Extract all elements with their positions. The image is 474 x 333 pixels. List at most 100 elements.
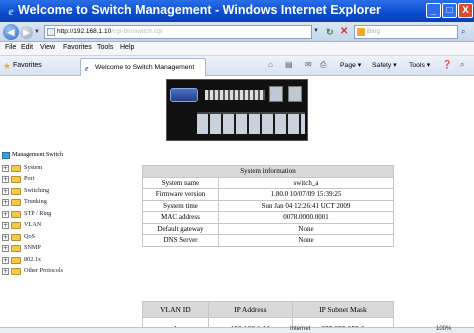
- ethernet-ports-icon: [197, 112, 305, 134]
- menu-tools[interactable]: Tools: [97, 44, 113, 51]
- info-value: 1.80.0 10/07/09 15:39:25: [218, 188, 394, 201]
- forward-button[interactable]: ▶: [20, 26, 33, 39]
- refresh-icon[interactable]: ↻: [326, 27, 334, 38]
- address-dropdown-icon[interactable]: ▼: [313, 28, 319, 34]
- folder-icon: [11, 176, 21, 183]
- sidebar-item-label: Port: [24, 175, 35, 182]
- table-row: MAC address 0078.0000.0001: [142, 211, 394, 224]
- folder-icon: [11, 256, 21, 264]
- sidebar-item-qos[interactable]: + QoS: [0, 232, 130, 244]
- sidebar-item-port[interactable]: + Port: [0, 174, 130, 186]
- history-dropdown-icon[interactable]: ▼: [34, 29, 40, 35]
- table-row: System time Sun Jan 04 12:26:41 UCT 2009: [142, 199, 394, 212]
- info-key: Default gateway: [142, 222, 219, 235]
- feeds-icon[interactable]: ▤: [285, 60, 293, 69]
- favorites-button[interactable]: Favorites: [13, 62, 42, 69]
- stop-icon[interactable]: ✕: [340, 26, 348, 37]
- info-value: None: [218, 222, 394, 235]
- folder-icon: [11, 187, 21, 195]
- safety-menu[interactable]: Safety ▾: [372, 61, 397, 69]
- home-icon[interactable]: ⌂: [268, 60, 273, 69]
- tab-switch-management[interactable]: e Welcome to Switch Management: [80, 58, 206, 76]
- sidebar-item-label: STP / Ring: [24, 209, 52, 217]
- ie-logo-icon: e: [8, 4, 14, 18]
- maximize-button[interactable]: □: [442, 3, 457, 18]
- expand-icon[interactable]: +: [2, 187, 9, 195]
- sidebar-tree: Management Switch + System + Port + Swit…: [0, 151, 130, 278]
- url-host: http://192.168.1.10: [57, 28, 112, 35]
- sidebar-item-802-1x[interactable]: + 802.1x: [0, 255, 130, 267]
- page-icon: [47, 28, 55, 36]
- info-key: MAC address: [142, 211, 219, 224]
- table-row: Default gateway None: [142, 222, 394, 235]
- led-row-icon: [205, 90, 265, 100]
- sidebar-item-system[interactable]: + System: [0, 163, 130, 175]
- print-icon[interactable]: ⎙: [320, 60, 326, 70]
- table-row: DNS Server None: [142, 234, 394, 247]
- sidebar-root[interactable]: Management Switch: [0, 151, 130, 163]
- sidebar-item-label: 802.1x: [24, 255, 42, 263]
- info-value: None: [218, 234, 394, 247]
- sidebar-item-snmp[interactable]: + SNMP: [0, 243, 130, 255]
- folder-icon: [11, 222, 21, 229]
- menu-edit[interactable]: Edit: [21, 44, 33, 51]
- help-icon[interactable]: ❓: [442, 60, 452, 69]
- mail-icon[interactable]: ✉: [305, 60, 312, 69]
- sfp-port-icon: [288, 86, 302, 102]
- table-row: System name switch_a: [142, 176, 394, 189]
- expand-icon[interactable]: +: [2, 199, 9, 206]
- menu-help[interactable]: Help: [120, 44, 134, 51]
- expand-icon[interactable]: +: [2, 233, 9, 241]
- address-toolbar: ◀ ▶ ▼ http://192.168.1.10/cgi-bin/switch…: [0, 22, 474, 42]
- expand-icon[interactable]: +: [2, 245, 9, 252]
- favorites-star-icon[interactable]: ★: [3, 61, 11, 72]
- system-information-table: System information System name switch_a …: [142, 165, 394, 247]
- tab-label: Welcome to Switch Management: [95, 64, 195, 71]
- table-header-row: VLAN ID IP Address IP Subnet Mask: [142, 301, 395, 318]
- zoom-level[interactable]: 100%: [436, 326, 451, 332]
- expand-icon[interactable]: +: [2, 176, 9, 183]
- menu-favorites[interactable]: Favorites: [63, 44, 92, 51]
- expand-icon[interactable]: +: [2, 268, 9, 275]
- sidebar-item-label: VLAN: [24, 221, 42, 228]
- info-key: System time: [142, 199, 219, 212]
- info-key: DNS Server: [142, 234, 219, 247]
- info-key: System name: [142, 176, 219, 189]
- research-icon[interactable]: ⌕: [460, 60, 464, 70]
- url-path: /cgi-bin/switch.cgi: [111, 28, 163, 35]
- status-bar: Internet 100%: [0, 326, 474, 333]
- info-value: switch_a: [218, 176, 394, 189]
- expand-icon[interactable]: +: [2, 256, 9, 264]
- sidebar-item-label: Switching: [24, 186, 50, 194]
- column-header-subnet-mask: IP Subnet Mask: [291, 301, 395, 318]
- folder-icon: [11, 245, 21, 252]
- sidebar-item-label: QoS: [24, 232, 36, 240]
- info-value: Sun Jan 04 12:26:41 UCT 2009: [218, 199, 394, 212]
- menu-file[interactable]: File: [5, 44, 16, 51]
- sidebar-item-stp-ring[interactable]: + STP / Ring: [0, 209, 130, 221]
- sidebar-item-vlan[interactable]: + VLAN: [0, 220, 130, 232]
- security-zone: Internet: [290, 326, 311, 332]
- menu-view[interactable]: View: [40, 44, 55, 51]
- search-input[interactable]: Bing: [354, 25, 458, 39]
- table-row: Firmware version 1.80.0 10/07/09 15:39:2…: [142, 188, 394, 201]
- search-placeholder: Bing: [367, 28, 381, 35]
- search-icon[interactable]: ⌕: [461, 27, 465, 37]
- sidebar-item-other-protocols[interactable]: + Other Protocols: [0, 266, 130, 278]
- tools-menu[interactable]: Tools ▾: [409, 61, 430, 69]
- folder-icon: [11, 164, 21, 172]
- sidebar-item-switching[interactable]: + Switching: [0, 186, 130, 198]
- expand-icon[interactable]: +: [2, 164, 9, 172]
- sidebar-item-trunking[interactable]: + Trunking: [0, 197, 130, 209]
- sidebar-item-label: SNMP: [24, 244, 41, 251]
- switch-icon: [2, 152, 10, 159]
- page-menu[interactable]: Page ▾: [340, 61, 361, 69]
- back-button[interactable]: ◀: [3, 24, 19, 40]
- minimize-button[interactable]: _: [426, 3, 441, 18]
- address-input[interactable]: http://192.168.1.10/cgi-bin/switch.cgi: [44, 25, 312, 39]
- expand-icon[interactable]: +: [2, 210, 9, 218]
- expand-icon[interactable]: +: [2, 222, 9, 229]
- close-button[interactable]: X: [458, 3, 473, 18]
- column-header-ip-address: IP Address: [207, 301, 293, 318]
- sidebar-root-label: Management Switch: [12, 151, 64, 158]
